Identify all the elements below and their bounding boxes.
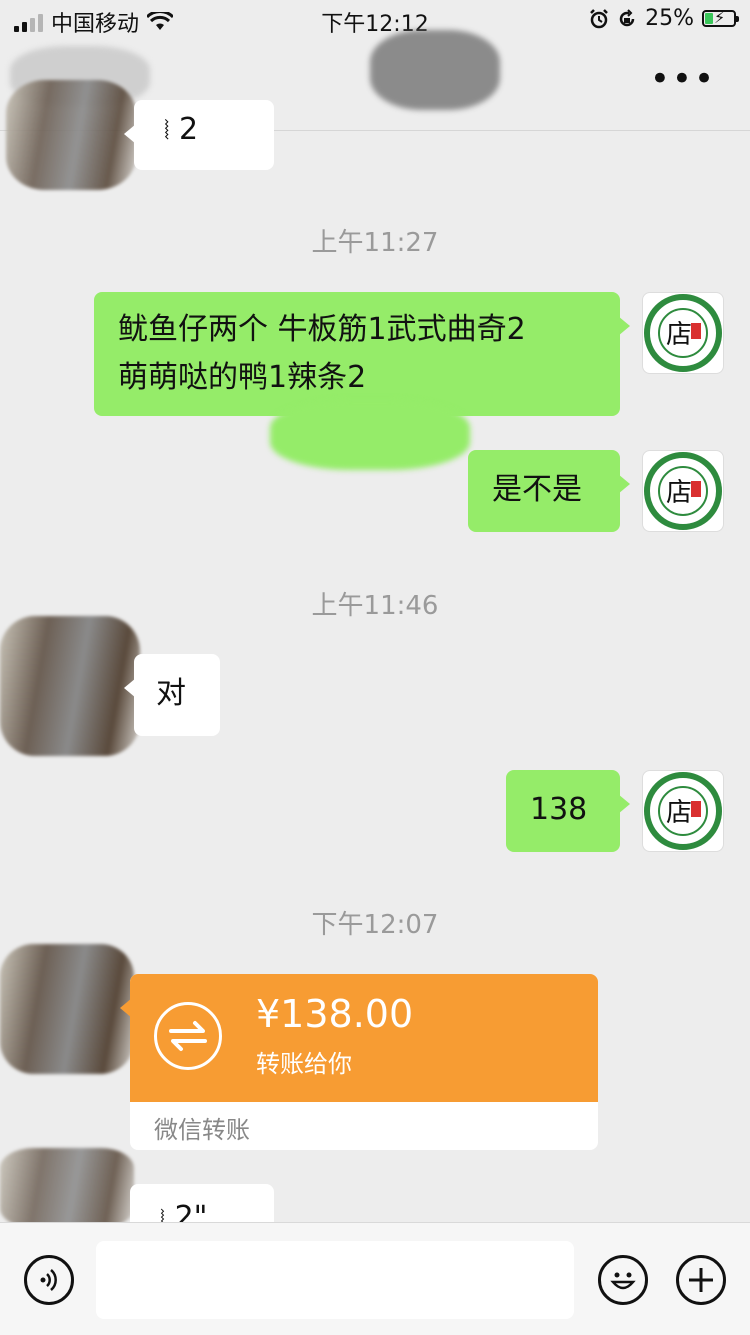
transfer-description: 转账给你: [256, 1050, 352, 1078]
store-logo-icon: 店: [644, 452, 722, 530]
alarm-icon: [590, 8, 608, 28]
voice-icon: ⦚: [164, 116, 170, 146]
transfer-arrows-icon: [154, 1002, 222, 1070]
voice-icon: [40, 1269, 57, 1291]
battery-percent: 25%: [645, 6, 694, 31]
avatar[interactable]: 店: [642, 292, 724, 374]
timestamp: 下午12:07: [311, 910, 439, 940]
battery-icon: ⚡: [702, 8, 739, 27]
timestamp: 上午11:27: [311, 228, 439, 258]
store-logo-icon: 店: [644, 772, 722, 850]
message-bubble[interactable]: 鱿鱼仔两个 牛板筋1武式曲奇2 萌萌哒的鸭1辣条2: [94, 292, 630, 416]
avatar[interactable]: 店: [642, 450, 724, 532]
store-logo-icon: 店: [644, 294, 722, 372]
message-text: 对: [156, 676, 186, 711]
svg-text:店: 店: [666, 478, 692, 508]
message-input[interactable]: [96, 1241, 574, 1319]
voice-input-button[interactable]: [24, 1255, 74, 1305]
voice-message[interactable]: ⦚ 2: [124, 100, 274, 170]
message-line: 鱿鱼仔两个 牛板筋1武式曲奇2: [118, 312, 526, 347]
avatar[interactable]: 店: [642, 770, 724, 852]
voice-duration: 2: [178, 112, 199, 147]
message-line: 萌萌哒的鸭1辣条2: [118, 360, 367, 395]
redacted-name: [370, 30, 500, 110]
lock-rotation-icon: [619, 8, 635, 26]
transfer-footer: 微信转账: [154, 1116, 250, 1144]
avatar[interactable]: [0, 1148, 134, 1228]
svg-text:店: 店: [666, 798, 692, 828]
emoji-button[interactable]: [598, 1255, 648, 1305]
message-bubble[interactable]: 对: [124, 654, 220, 736]
svg-text:店: 店: [666, 320, 692, 350]
message-bubble[interactable]: 138: [506, 770, 630, 852]
emoji-icon: [610, 1272, 636, 1290]
avatar[interactable]: [0, 616, 140, 756]
input-bar: [0, 1222, 750, 1335]
message-bubble[interactable]: 是不是: [468, 450, 630, 532]
transfer-card[interactable]: ¥138.00 转账给你 微信转账: [130, 974, 598, 1150]
avatar[interactable]: [6, 80, 136, 190]
plus-button[interactable]: [676, 1255, 726, 1305]
transfer-amount: ¥138.00: [256, 992, 414, 1036]
plus-icon: [689, 1268, 713, 1292]
redacted-mark: [270, 400, 470, 470]
message-text: 138: [530, 792, 588, 827]
more-icon[interactable]: •••: [650, 62, 716, 96]
status-bar: 中国移动 下午12:12 25% ⚡: [0, 0, 750, 40]
avatar[interactable]: [0, 944, 134, 1074]
message-text: 是不是: [492, 472, 582, 507]
